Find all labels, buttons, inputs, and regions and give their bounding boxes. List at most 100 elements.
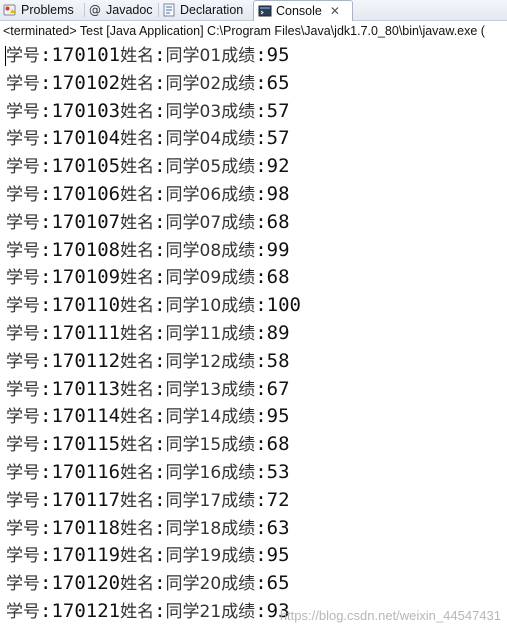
student-id: 170113 [51, 377, 121, 400]
student-name: 同学16 [165, 463, 222, 483]
colon: : [154, 544, 166, 567]
colon: : [154, 349, 166, 372]
student-no-label: 学号 [6, 157, 40, 178]
score-label: 成绩 [221, 351, 256, 372]
student-name: 同学08 [165, 240, 222, 261]
tab-separator [84, 3, 85, 17]
declaration-icon [163, 3, 175, 17]
console-output[interactable]: 学号:170101姓名:同学01成绩:95 学号:170102姓名:同学02成绩:… [0, 42, 507, 635]
student-score: 89 [266, 322, 290, 344]
student-id: 170109 [51, 266, 121, 289]
student-name: 同学01 [165, 46, 222, 66]
colon: : [40, 488, 52, 511]
student-name: 同学09 [165, 268, 222, 289]
student-id: 170121 [51, 600, 121, 622]
name-label: 姓名 [120, 379, 155, 400]
colon: : [40, 405, 52, 428]
student-name: 同学02 [165, 73, 222, 94]
eclipse-console-view: Problems @ Javadoc Declaration Console ✕… [0, 0, 507, 635]
student-id: 170112 [51, 349, 121, 372]
console-line: 学号:170115姓名:同学15成绩:68 [6, 431, 290, 458]
colon: : [154, 405, 166, 428]
student-no-label: 学号 [6, 518, 40, 539]
tab-problems[interactable]: Problems [3, 0, 74, 20]
student-no-label: 学号 [6, 435, 40, 456]
tab-console[interactable]: Console ✕ [253, 0, 353, 21]
console-line: 学号:170107姓名:同学07成绩:68 [6, 209, 290, 236]
colon: : [255, 572, 267, 595]
console-line: 学号:170101姓名:同学01成绩:95 [6, 42, 290, 69]
name-label: 姓名 [120, 240, 155, 261]
colon: : [255, 44, 267, 66]
student-name: 同学10 [165, 296, 222, 317]
colon: : [255, 544, 267, 567]
colon: : [40, 294, 52, 317]
name-label: 姓名 [120, 296, 155, 317]
student-id: 170118 [51, 516, 121, 539]
student-no-label: 学号 [6, 101, 40, 122]
console-line: 学号:170113姓名:同学13成绩:67 [6, 376, 290, 403]
student-no-label: 学号 [6, 602, 40, 622]
colon: : [40, 600, 52, 622]
colon: : [154, 99, 166, 122]
colon: : [255, 461, 267, 483]
colon: : [154, 572, 166, 595]
console-status-line: <terminated> Test [Java Application] C:\… [3, 24, 485, 38]
score-label: 成绩 [221, 379, 256, 400]
student-name: 同学04 [165, 129, 222, 150]
student-no-label: 学号 [6, 463, 40, 483]
student-no-label: 学号 [6, 185, 40, 205]
student-id: 170117 [51, 488, 121, 511]
colon: : [40, 71, 52, 94]
colon: : [40, 349, 52, 372]
score-label: 成绩 [221, 240, 256, 261]
student-id: 170104 [51, 127, 121, 150]
student-id: 170120 [51, 572, 121, 595]
student-no-label: 学号 [6, 546, 40, 567]
colon: : [255, 433, 267, 456]
name-label: 姓名 [120, 351, 155, 372]
score-label: 成绩 [221, 435, 256, 456]
tab-label: Problems [21, 3, 74, 17]
colon: : [154, 377, 166, 400]
score-label: 成绩 [221, 129, 256, 150]
student-score: 100 [266, 294, 301, 317]
student-id: 170106 [51, 183, 121, 205]
score-label: 成绩 [221, 185, 256, 205]
colon: : [154, 210, 166, 233]
student-name: 同学20 [165, 574, 222, 595]
colon: : [154, 516, 166, 539]
colon: : [40, 544, 52, 567]
name-label: 姓名 [120, 185, 155, 205]
close-icon[interactable]: ✕ [330, 4, 340, 18]
student-name: 同学18 [165, 518, 222, 539]
score-label: 成绩 [221, 157, 256, 178]
colon: : [40, 155, 52, 178]
tab-declaration[interactable]: Declaration [162, 0, 243, 20]
colon: : [40, 127, 52, 150]
student-name: 同学07 [165, 212, 222, 233]
score-label: 成绩 [221, 296, 256, 317]
colon: : [40, 572, 52, 595]
student-no-label: 学号 [6, 212, 40, 233]
student-no-label: 学号 [6, 379, 40, 400]
colon: : [255, 127, 267, 150]
student-score: 58 [266, 349, 290, 372]
score-label: 成绩 [221, 268, 256, 289]
student-id: 170102 [51, 71, 121, 94]
student-score: 95 [266, 544, 290, 567]
name-label: 姓名 [120, 407, 155, 428]
student-score: 95 [266, 44, 290, 66]
javadoc-icon: @ [89, 3, 101, 17]
score-label: 成绩 [221, 463, 256, 483]
tab-javadoc[interactable]: @ Javadoc [88, 0, 153, 20]
console-line: 学号:170119姓名:同学19成绩:95 [6, 542, 290, 569]
student-no-label: 学号 [6, 268, 40, 289]
name-label: 姓名 [120, 546, 155, 567]
console-line: 学号:170118姓名:同学18成绩:63 [6, 515, 290, 542]
name-label: 姓名 [120, 101, 155, 122]
colon: : [40, 377, 52, 400]
colon: : [154, 322, 166, 344]
name-label: 姓名 [120, 518, 155, 539]
name-label: 姓名 [120, 73, 155, 94]
